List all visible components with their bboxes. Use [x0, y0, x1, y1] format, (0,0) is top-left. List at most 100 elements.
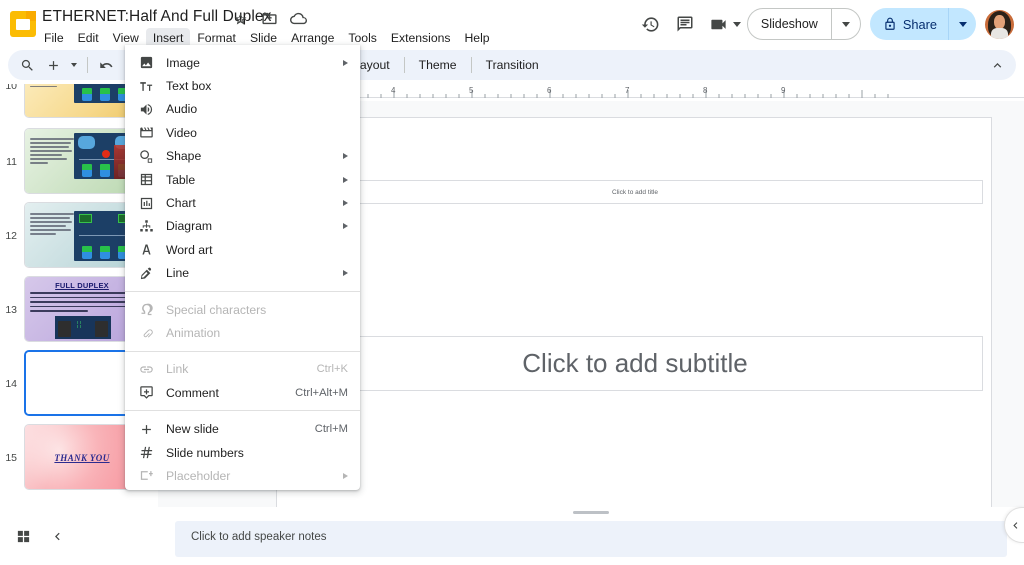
- undo-icon[interactable]: [93, 52, 119, 78]
- menu-item-line[interactable]: Line: [125, 262, 360, 285]
- menu-item-link[interactable]: Link Ctrl+K: [125, 358, 360, 381]
- audio-icon: [138, 101, 155, 118]
- menu-item-word-art[interactable]: Word art: [125, 238, 360, 261]
- toolbar-separator-1: [87, 57, 88, 73]
- speaker-notes-panel[interactable]: Click to add speaker notes: [158, 507, 1024, 565]
- search-icon[interactable]: [14, 52, 40, 78]
- diagram-icon: [138, 218, 155, 235]
- menu-item-shortcut: Ctrl+M: [315, 423, 348, 435]
- comment-icon: [138, 384, 155, 401]
- menu-item-label: Comment: [166, 386, 283, 400]
- slide-number: 13: [0, 276, 24, 316]
- menu-item-audio[interactable]: Audio: [125, 98, 360, 121]
- top-right-actions: Slideshow Share: [634, 6, 1014, 42]
- share-label: Share: [903, 17, 937, 32]
- slide-canvas[interactable]: Click to add title Click to add subtitle: [276, 117, 992, 507]
- menu-separator-1: [125, 291, 360, 292]
- menu-item-placeholder[interactable]: Placeholder: [125, 464, 360, 487]
- slide-thumbnail[interactable]: FULL DUPLEX ı ıı ı: [24, 276, 140, 342]
- meet-call-group[interactable]: [702, 7, 741, 41]
- slide-thumbnail-title: FULL DUPLEX: [25, 281, 139, 290]
- menu-item-diagram[interactable]: Diagram: [125, 215, 360, 238]
- slide-thumbnail-title: THANK YOU: [25, 453, 139, 463]
- placeholder-icon: [138, 467, 155, 484]
- meet-camera-icon[interactable]: [702, 7, 736, 41]
- menu-item-shape[interactable]: Shape: [125, 145, 360, 168]
- share-caret-icon[interactable]: [948, 8, 976, 40]
- menu-item-shortcut: Ctrl+Alt+M: [295, 387, 348, 399]
- omega-icon: [138, 301, 155, 318]
- slide-number: 10: [0, 84, 24, 92]
- menu-item-new-slide[interactable]: New slide Ctrl+M: [125, 417, 360, 440]
- menu-item-table[interactable]: Table: [125, 168, 360, 191]
- slide-thumbnail[interactable]: THANK YOU: [24, 424, 140, 490]
- expand-side-panel-icon[interactable]: [1004, 507, 1024, 543]
- slides-logo-icon[interactable]: [10, 11, 36, 37]
- collapse-toolbar-icon[interactable]: [984, 52, 1010, 78]
- meet-caret-icon[interactable]: [733, 22, 741, 27]
- menu-item-animation[interactable]: Animation: [125, 321, 360, 344]
- menu-item-text-box[interactable]: Text box: [125, 74, 360, 97]
- ruler-label: 4: [391, 86, 395, 95]
- submenu-arrow-icon: [343, 223, 348, 229]
- theme-button[interactable]: Theme: [410, 54, 466, 77]
- notes-resize-handle[interactable]: [573, 511, 609, 514]
- menu-item-video[interactable]: Video: [125, 121, 360, 144]
- submenu-arrow-icon: [343, 270, 348, 276]
- slide-thumbnail[interactable]: [24, 202, 140, 268]
- animation-icon: [138, 324, 155, 341]
- slideshow-label: Slideshow: [748, 9, 832, 39]
- text-box-icon: [138, 78, 155, 95]
- grid-view-icon[interactable]: [10, 523, 36, 549]
- speaker-notes-box[interactable]: Click to add speaker notes: [175, 521, 1007, 557]
- new-slide-button[interactable]: [40, 52, 66, 78]
- menu-edit[interactable]: Edit: [71, 28, 106, 48]
- submenu-arrow-icon: [343, 200, 348, 206]
- comment-history-icon[interactable]: [668, 7, 702, 41]
- cloud-saved-icon[interactable]: [290, 10, 307, 27]
- line-icon: [138, 265, 155, 282]
- menu-separator-2: [125, 351, 360, 352]
- menu-item-chart[interactable]: Chart: [125, 191, 360, 214]
- menu-file[interactable]: File: [37, 28, 71, 48]
- shape-icon: [138, 148, 155, 165]
- menu-item-slide-numbers[interactable]: Slide numbers: [125, 441, 360, 464]
- image-icon: [138, 54, 155, 71]
- menu-item-label: Video: [166, 126, 348, 140]
- title-placeholder[interactable]: Click to add title: [287, 180, 983, 204]
- collapse-filmstrip-icon[interactable]: [44, 523, 70, 549]
- new-slide-caret-icon[interactable]: [66, 52, 82, 78]
- slide-thumbnail[interactable]: [24, 128, 140, 194]
- transition-button[interactable]: Transition: [477, 54, 548, 77]
- star-icon[interactable]: [232, 10, 249, 27]
- version-history-icon[interactable]: [634, 7, 668, 41]
- slideshow-caret-icon[interactable]: [832, 9, 860, 39]
- slideshow-button[interactable]: Slideshow: [747, 8, 861, 40]
- menu-item-label: Audio: [166, 102, 348, 116]
- plus-icon: [138, 421, 155, 438]
- share-main[interactable]: Share: [870, 8, 948, 40]
- slide-thumbnail[interactable]: [24, 84, 140, 118]
- menu-item-label: Animation: [166, 326, 348, 340]
- menu-item-special-characters[interactable]: Special characters: [125, 298, 360, 321]
- title-action-icons: [232, 10, 307, 27]
- menu-item-comment[interactable]: Comment Ctrl+Alt+M: [125, 381, 360, 404]
- slide-thumbnail-selected[interactable]: [24, 350, 140, 416]
- share-button[interactable]: Share: [870, 8, 976, 40]
- menu-item-label: Table: [166, 173, 333, 187]
- menu-item-image[interactable]: Image: [125, 51, 360, 74]
- slide-number: 11: [0, 128, 24, 168]
- hash-icon: [138, 444, 155, 461]
- menu-extensions[interactable]: Extensions: [384, 28, 458, 48]
- insert-menu-popup[interactable]: Image Text box Audio Video Shape: [125, 45, 360, 490]
- top-bar: ETHERNET:Half And Full Duplex File Edit …: [0, 0, 1024, 48]
- subtitle-placeholder[interactable]: Click to add subtitle: [287, 336, 983, 391]
- menu-help[interactable]: Help: [458, 28, 497, 48]
- menu-separator-3: [125, 410, 360, 411]
- submenu-arrow-icon: [343, 177, 348, 183]
- submenu-arrow-icon: [343, 153, 348, 159]
- ruler-label: 5: [469, 86, 473, 95]
- move-to-folder-icon[interactable]: [261, 10, 278, 27]
- avatar[interactable]: [985, 10, 1014, 39]
- menu-item-label: Chart: [166, 196, 333, 210]
